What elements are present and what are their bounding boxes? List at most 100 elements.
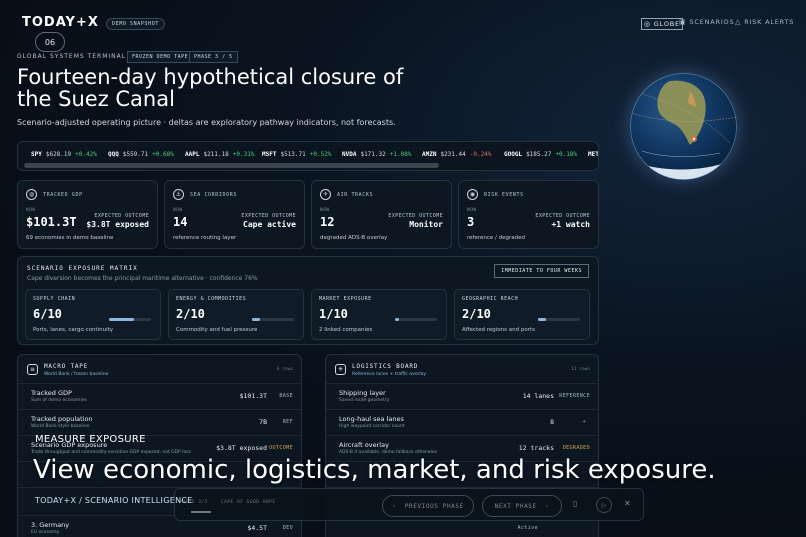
- table-row[interactable]: Long-haul sea lanes High waypoint corrid…: [326, 409, 598, 435]
- globe-icon: ◍: [26, 189, 37, 200]
- row-sub: World Bank-style baseline: [31, 424, 90, 429]
- table-row[interactable]: Tracked GDP Sum of demo economies $101.3…: [18, 383, 301, 409]
- row-value: $3.8T exposed: [216, 444, 267, 452]
- plane-icon: ✈: [320, 189, 331, 200]
- brand-footer: TODAY+X / SCENARIO INTELLIGENCE: [35, 496, 193, 505]
- row-label: Long-haul sea lanes: [339, 415, 404, 423]
- panel-row-count: 11 rows: [571, 367, 590, 372]
- cell-level-fill: [538, 318, 547, 321]
- cell-level-bar: [395, 318, 437, 321]
- card-note: reference routing layer: [173, 235, 237, 241]
- card-tracked-gdp[interactable]: ◍ TRACKED GDP NOW $101.3T EXPECTED OUTCO…: [17, 180, 158, 249]
- row-tag: BASE: [279, 393, 293, 399]
- card-value: 14: [173, 215, 188, 229]
- nav-risk-alerts-label: RISK ALERTS: [744, 18, 795, 26]
- cell-note: Ports, lanes, cargo continuity: [33, 327, 114, 333]
- card-title: TRACKED GDP: [43, 192, 83, 198]
- card-risk-events[interactable]: ◉ RISK EVENTS NOW 3 EXPECTED OUTCOME +1 …: [458, 180, 599, 249]
- previous-phase-button[interactable]: ‹ PREVIOUS PHASE: [382, 495, 474, 517]
- panel-subtitle: Reference lanes + traffic overlay: [352, 372, 427, 377]
- nav-risk-alerts[interactable]: △ RISK ALERTS: [735, 18, 794, 26]
- row-sub: Saved route geometry: [339, 398, 390, 403]
- play-icon[interactable]: ▷: [596, 497, 612, 513]
- phase-controls: PHASE 3/5 CAPE OF GOOD HOPE ‹ PREVIOUS P…: [174, 488, 644, 521]
- card-now-label: NOW: [26, 208, 36, 213]
- cell-score: 2/10: [462, 307, 491, 321]
- ticker-scrollbar[interactable]: [24, 163, 439, 168]
- phase-tag: PHASE 3 / 5: [189, 51, 238, 63]
- ticker-item: NVDA $171.32 +1.08%: [342, 151, 412, 158]
- matrix-cell-geographic[interactable]: GEOGRAPHIC REACH 2/10 Affected regions a…: [454, 289, 590, 340]
- matrix-cell-energy[interactable]: ENERGY & COMMODITIES 2/10 Commodity and …: [168, 289, 304, 340]
- next-phase-label: NEXT PHASE: [494, 502, 537, 510]
- cell-level-fill: [109, 318, 135, 321]
- table-row[interactable]: Shipping layer Saved route geometry 14 l…: [326, 383, 598, 409]
- ticker-item: MSFT $513.71 +0.52%: [262, 151, 332, 158]
- globe-map-icon: [630, 73, 737, 180]
- matrix-cell-supply-chain[interactable]: SUPPLY CHAIN 6/10 Ports, lanes, cargo co…: [25, 289, 161, 340]
- row-tag: REF: [282, 419, 293, 425]
- timeframe-button[interactable]: IMMEDIATE TO FOUR WEEKS: [494, 264, 589, 278]
- card-outcome-label: EXPECTED OUTCOME: [94, 213, 149, 219]
- radar-icon: ◉: [467, 189, 478, 200]
- card-air-tracks[interactable]: ✈ AIR TRACKS NOW 12 EXPECTED OUTCOME Mon…: [311, 180, 452, 249]
- phase-number[interactable]: 06: [35, 32, 65, 52]
- card-outcome-label: EXPECTED OUTCOME: [535, 213, 590, 219]
- ticker-item: GOOGL $185.27 +0.18%: [504, 151, 578, 158]
- row-label: Shipping layer: [339, 389, 386, 397]
- cell-score: 1/10: [319, 307, 348, 321]
- globe-icon: ◎: [644, 20, 651, 28]
- next-phase-button[interactable]: NEXT PHASE ›: [482, 495, 562, 517]
- app-logo[interactable]: TODAY+X: [22, 15, 99, 30]
- row-tag: REFERENCE: [559, 393, 590, 399]
- card-title: AIR TRACKS: [337, 192, 374, 198]
- cell-score: 6/10: [33, 307, 62, 321]
- grid-icon: ▣: [679, 18, 687, 26]
- row-value: 8: [550, 418, 554, 426]
- globe-view[interactable]: [630, 73, 737, 180]
- cell-heading: SUPPLY CHAIN: [33, 296, 76, 302]
- cell-heading: GEOGRAPHIC REACH: [462, 296, 519, 302]
- close-icon[interactable]: ✕: [624, 499, 631, 508]
- row-tag: +: [582, 419, 586, 425]
- table-row[interactable]: Tracked population World Bank-style base…: [18, 409, 301, 435]
- row-tag: OUTCOME: [269, 445, 293, 451]
- cell-level-fill: [395, 318, 400, 321]
- card-value: $101.3T: [26, 215, 77, 229]
- previous-phase-label: PREVIOUS PHASE: [404, 502, 464, 510]
- warning-icon: △: [735, 18, 742, 26]
- phase-progress: [191, 511, 211, 513]
- row-label: Aircraft overlay: [339, 441, 389, 449]
- anchor-icon: ⚓: [173, 189, 184, 200]
- bookmark-icon[interactable]: ▯: [573, 499, 577, 508]
- card-outcome: Monitor: [409, 220, 443, 229]
- cell-note: Affected regions and ports: [462, 327, 535, 333]
- card-outcome-label: EXPECTED OUTCOME: [388, 213, 443, 219]
- ticker-item: QQQ $559.71 +0.68%: [108, 151, 174, 158]
- card-sea-corridors[interactable]: ⚓ SEA CORRIDORS NOW 14 EXPECTED OUTCOME …: [164, 180, 305, 249]
- matrix-cell-market[interactable]: MARKET EXPOSURE 1/10 2 linked companies: [311, 289, 447, 340]
- card-value: 12: [320, 215, 335, 229]
- row-sub: Sum of demo economies: [31, 398, 87, 403]
- card-outcome: +1 watch: [551, 220, 590, 229]
- page-title: Fourteen-day hypothetical closure of the…: [17, 65, 404, 111]
- terminal-label: GLOBAL SYSTEMS TERMINAL: [17, 53, 127, 60]
- row-value: $101.3T: [239, 392, 267, 400]
- matrix-subtitle: Cape diversion becomes the principal mar…: [27, 275, 258, 282]
- nav-globe[interactable]: ◎ GLOBE: [641, 18, 683, 30]
- row-tag: DEGRADED: [562, 445, 590, 451]
- cell-level-bar: [109, 318, 151, 321]
- brand-sub: SCENARIO INTELLIGENCE: [84, 496, 193, 505]
- location-label: CAPE OF GOOD HOPE: [221, 500, 276, 505]
- row-label: 3. Germany: [31, 521, 70, 529]
- card-note: reference / degraded: [467, 235, 525, 241]
- card-note: 69 economies in demo baseline: [26, 235, 114, 241]
- row-value: 14 lanes: [522, 392, 554, 400]
- section-label: MEASURE EXPOSURE: [35, 434, 146, 445]
- market-ticker[interactable]: SPY $628.19 +0.42% QQQ $559.71 +0.68% AAPL $2…: [17, 141, 599, 171]
- row-value: $4.5T: [247, 524, 267, 532]
- nav-scenarios-label: SCENARIOS: [689, 18, 735, 26]
- nav-scenarios[interactable]: ▣ SCENARIOS: [679, 18, 734, 26]
- card-title: RISK EVENTS: [484, 192, 524, 198]
- row-tag: Active: [517, 525, 538, 531]
